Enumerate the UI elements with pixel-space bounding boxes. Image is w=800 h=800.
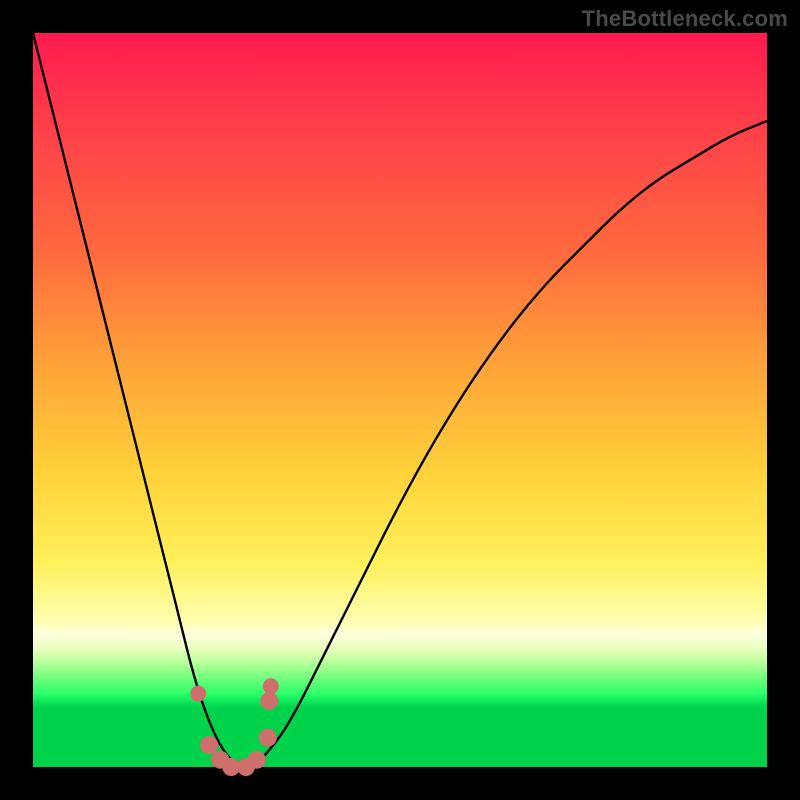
curve-marker xyxy=(190,686,206,702)
chart-frame: TheBottleneck.com xyxy=(0,0,800,800)
markers-group xyxy=(190,678,279,776)
curve-marker xyxy=(260,692,278,710)
curve-layer xyxy=(33,33,767,767)
watermark-text: TheBottleneck.com xyxy=(582,6,788,32)
curve-marker xyxy=(248,751,266,769)
bottleneck-curve xyxy=(33,33,767,767)
curve-marker xyxy=(200,736,218,754)
curve-marker xyxy=(259,729,277,747)
plot-area xyxy=(33,33,767,767)
curve-marker xyxy=(263,678,279,694)
